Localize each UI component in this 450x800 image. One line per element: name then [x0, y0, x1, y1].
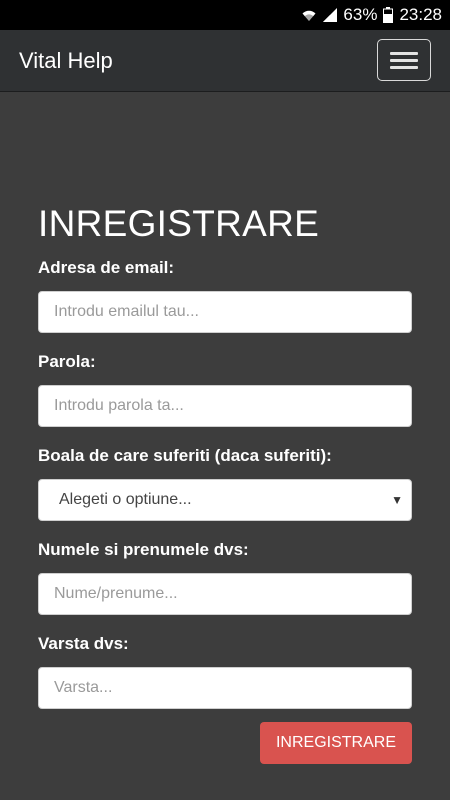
name-label: Numele si prenumele dvs: [38, 540, 249, 559]
disease-select-value: Alegeti o optiune... [59, 491, 192, 508]
hamburger-menu-button[interactable] [377, 39, 431, 81]
navbar: Vital Help [0, 30, 450, 92]
page-title: INREGISTRARE [38, 203, 320, 244]
wifi-icon [301, 7, 317, 23]
register-button[interactable]: INREGISTRARE [259, 722, 412, 764]
signal-icon [323, 8, 338, 22]
name-field[interactable] [38, 573, 412, 615]
password-label: Parola: [38, 352, 96, 371]
status-bar: 63% 23:28 [0, 0, 450, 30]
registration-form: INREGISTRARE Adresa de email: Parola: Bo… [38, 193, 412, 728]
caret-down-icon: ▼ [391, 493, 403, 507]
disease-label: Boala de care suferiti (daca suferiti): [38, 446, 332, 465]
clock: 23:28 [399, 5, 442, 24]
battery-percent: 63% [343, 5, 378, 24]
battery-icon [383, 7, 394, 23]
email-label: Adresa de email: [38, 258, 175, 277]
disease-select[interactable]: Alegeti o optiune... ▼ [38, 479, 412, 521]
age-field[interactable] [38, 667, 412, 709]
password-field[interactable] [38, 385, 412, 427]
email-field[interactable] [38, 291, 412, 333]
status-icons: 63% 23:28 [301, 0, 442, 30]
age-label: Varsta dvs: [38, 634, 129, 653]
brand-title[interactable]: Vital Help [19, 30, 113, 92]
